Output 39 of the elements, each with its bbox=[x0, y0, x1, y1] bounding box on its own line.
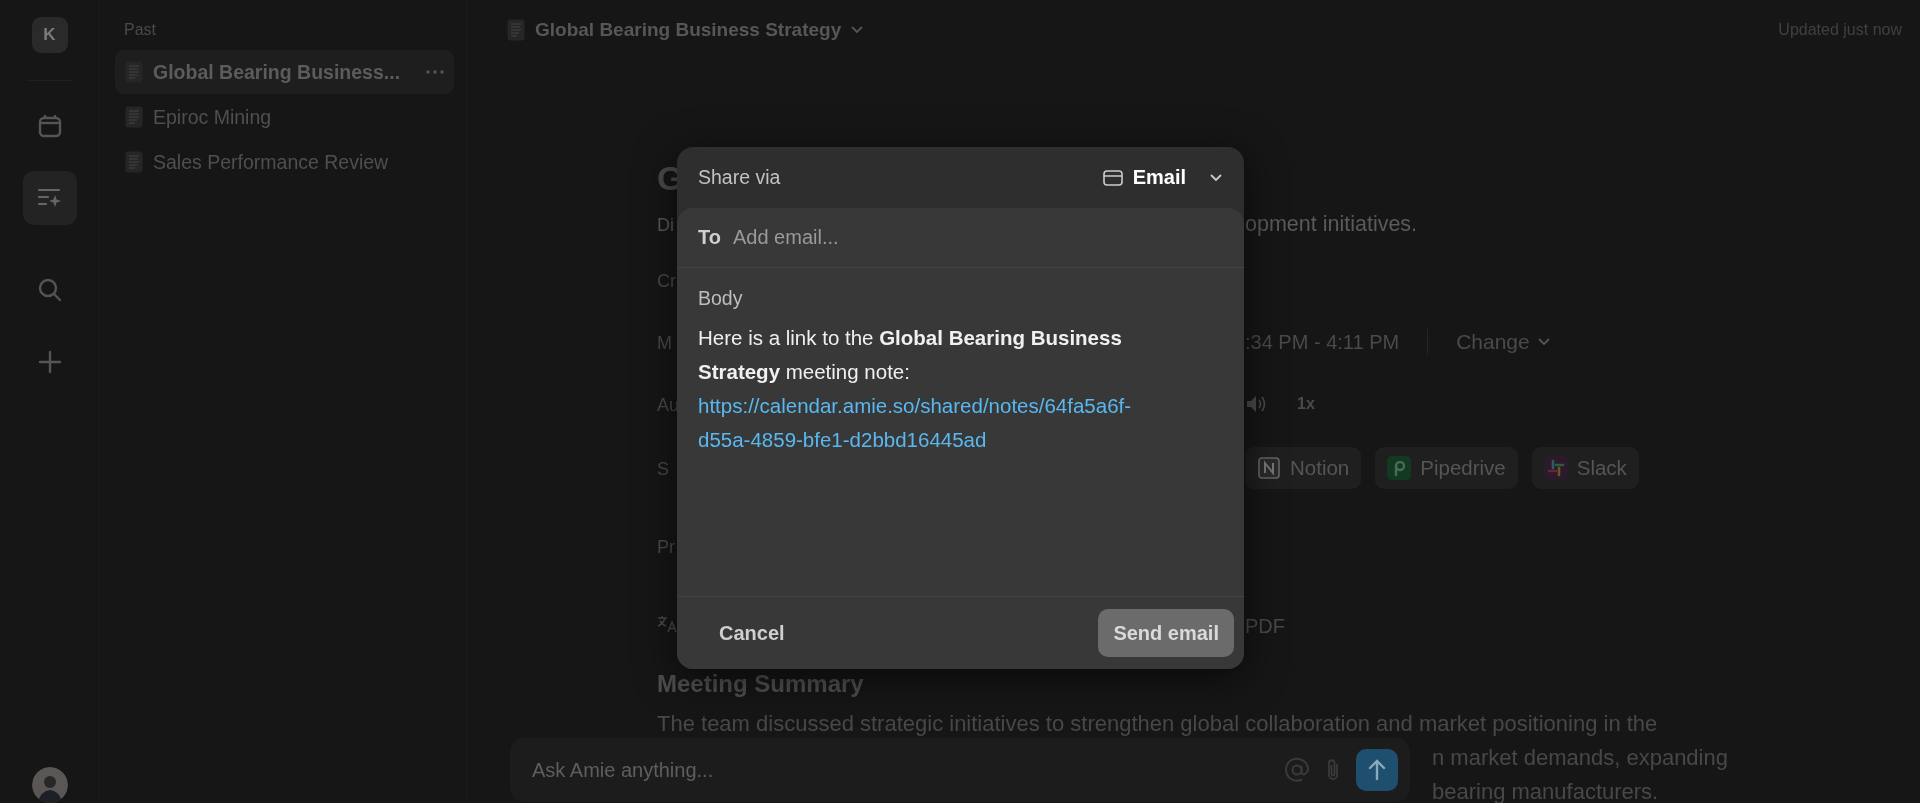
document-icon bbox=[125, 151, 143, 173]
speaker-icon bbox=[1245, 394, 1267, 414]
dialog-title: Share via bbox=[698, 166, 781, 189]
pipedrive-logo-icon bbox=[1387, 456, 1412, 480]
document-icon bbox=[125, 61, 143, 83]
mention-icon[interactable] bbox=[1284, 757, 1310, 783]
send-button[interactable] bbox=[1356, 749, 1398, 791]
to-label: To bbox=[698, 226, 721, 249]
chevron-down-icon bbox=[1537, 338, 1550, 346]
description-text: opment initiatives. bbox=[1245, 211, 1418, 237]
search-icon bbox=[36, 277, 63, 303]
mail-icon bbox=[1102, 169, 1123, 186]
notion-logo-icon bbox=[1257, 456, 1281, 480]
more-icon[interactable] bbox=[426, 70, 444, 74]
chat-input[interactable]: Ask Amie anything... bbox=[510, 738, 1410, 802]
plus-icon bbox=[37, 350, 62, 374]
note-title[interactable]: Global Bearing Business Strategy bbox=[535, 19, 842, 41]
rail-button[interactable] bbox=[22, 171, 77, 225]
cancel-button[interactable]: Cancel bbox=[698, 611, 806, 655]
chevron-down-icon bbox=[1210, 173, 1222, 182]
chat-field[interactable]: Ask Amie anything... bbox=[530, 754, 1270, 786]
document-icon bbox=[507, 19, 525, 41]
arrow-up-icon bbox=[1367, 759, 1387, 781]
body-label: Body bbox=[698, 286, 744, 311]
field-label: Di bbox=[657, 214, 674, 235]
share-method-dropdown[interactable]: Email bbox=[1102, 166, 1222, 189]
sidebar-item[interactable]: Global Bearing Business... bbox=[115, 50, 454, 94]
sidebar-item[interactable]: Epiroc Mining bbox=[115, 95, 454, 139]
translate-icon[interactable] bbox=[657, 614, 677, 633]
share-link[interactable]: https://calendar.amie.so/shared/notes/64fa5a6f-d55a-4859-bfe1-d2bbd16445ad bbox=[698, 389, 1143, 457]
email-field[interactable]: Add email... bbox=[732, 223, 1223, 252]
body-text: Here is a link to the Global Bearing Business Strategy meeting note: bbox=[698, 325, 1123, 385]
chevron-down-icon bbox=[851, 26, 864, 34]
sidebar-item[interactable]: Sales Performance Review bbox=[115, 140, 454, 184]
calendar-icon bbox=[36, 113, 63, 139]
document-icon bbox=[125, 106, 143, 128]
user-avatar[interactable] bbox=[31, 767, 68, 803]
workspace-badge[interactable]: K bbox=[31, 17, 68, 53]
slack-logo-icon bbox=[1543, 456, 1568, 480]
